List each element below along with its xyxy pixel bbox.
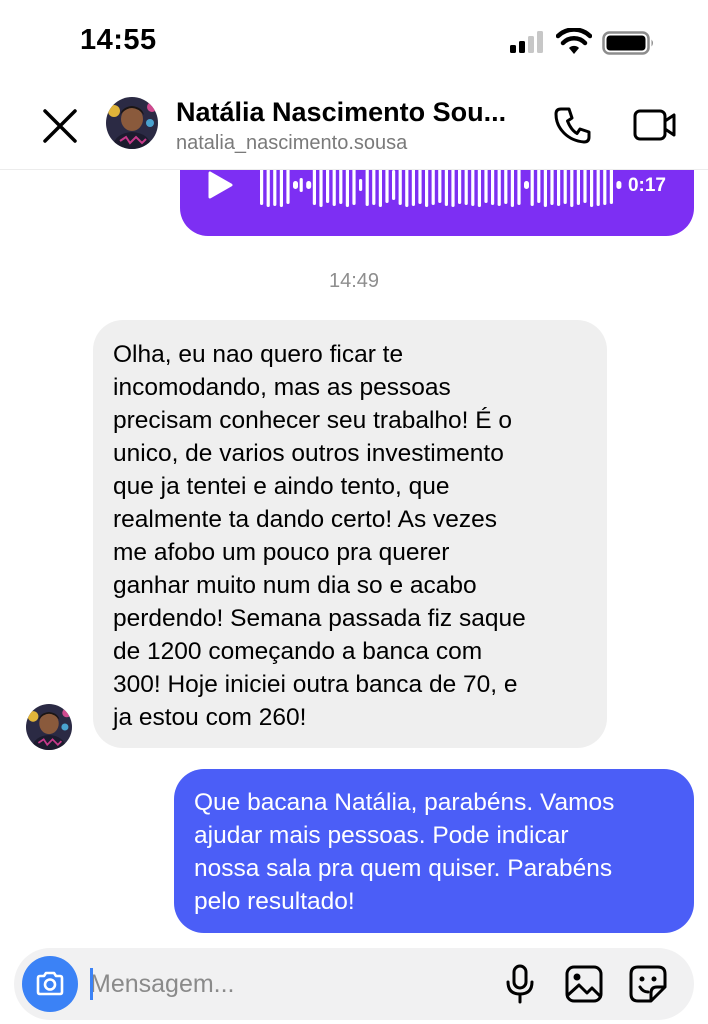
message-line: ajudar mais pessoas. Pode indicar bbox=[194, 822, 569, 849]
waveform-bar bbox=[418, 166, 422, 204]
chat-header: Natália Nascimento Sou... natalia_nascim… bbox=[0, 84, 708, 170]
phone-icon bbox=[554, 107, 591, 144]
waveform-bar bbox=[273, 164, 277, 206]
waveform-bar bbox=[583, 167, 587, 203]
gallery-button[interactable] bbox=[562, 962, 606, 1006]
message-line: perdendo! Semana passada fiz saque bbox=[113, 605, 526, 632]
message-input[interactable] bbox=[90, 962, 420, 1006]
waveform-bar bbox=[616, 181, 622, 189]
message-line: que ja tentei e aindo tento, que bbox=[113, 473, 450, 500]
waveform-bar bbox=[260, 165, 264, 205]
wifi-icon bbox=[556, 28, 592, 54]
video-call-button[interactable] bbox=[628, 102, 682, 148]
message-line: unico, de varios outros investimento bbox=[113, 440, 504, 467]
camera-icon bbox=[36, 971, 64, 996]
waveform-bar bbox=[458, 166, 462, 204]
message-line: realmente ta dando certo! As vezes bbox=[113, 506, 498, 533]
contact-avatar[interactable] bbox=[106, 97, 158, 149]
camera-button[interactable] bbox=[22, 956, 78, 1012]
audio-duration: 0:17 bbox=[627, 175, 666, 196]
waveform-bar bbox=[609, 166, 613, 204]
waveform-bar bbox=[359, 179, 363, 191]
waveform-bar bbox=[557, 164, 561, 206]
microphone-button[interactable] bbox=[500, 962, 540, 1006]
waveform-bar bbox=[365, 164, 369, 206]
message-line: ganhar muito num dia so e acabo bbox=[113, 572, 477, 599]
waveform-bar bbox=[293, 181, 298, 189]
waveform-bar bbox=[596, 164, 600, 206]
waveform-bar bbox=[537, 167, 541, 203]
contact-name[interactable]: Natália Nascimento Sou... bbox=[176, 97, 546, 128]
waveform-bar bbox=[332, 164, 336, 206]
avatar-photo bbox=[26, 704, 72, 750]
message-line: nossa sala pra quem quiser. Parabéns bbox=[194, 855, 613, 882]
message-line: 300! Hoje iniciei outra banca de 70, e bbox=[113, 671, 518, 698]
avatar-photo bbox=[106, 97, 158, 149]
message-line: Que bacana Natália, parabéns. Vamos bbox=[194, 789, 615, 816]
waveform-bar bbox=[563, 166, 567, 204]
message-line: pelo resultado! bbox=[194, 888, 355, 915]
close-icon bbox=[43, 109, 77, 143]
sender-avatar[interactable] bbox=[26, 704, 72, 750]
waveform-bar bbox=[392, 170, 396, 200]
message-line: Olha, eu nao quero ficar te bbox=[113, 341, 404, 368]
text-cursor bbox=[90, 968, 93, 1000]
voice-call-button[interactable] bbox=[548, 102, 598, 148]
waveform-bar bbox=[339, 166, 343, 204]
waveform-bar bbox=[603, 165, 607, 205]
sticker-icon bbox=[629, 965, 667, 1003]
contact-handle[interactable]: natalia_nascimento.sousa bbox=[176, 132, 407, 155]
message-line: precisam conhecer seu trabalho! É o bbox=[113, 407, 513, 434]
waveform-bar bbox=[550, 165, 554, 205]
image-gallery-icon bbox=[565, 965, 603, 1003]
message-line: ja estou com 260! bbox=[113, 704, 307, 731]
cellular-signal-icon bbox=[510, 31, 543, 53]
message-line: de 1200 começando a banca com bbox=[113, 638, 483, 665]
waveform-bar bbox=[471, 164, 475, 206]
waveform-bar bbox=[326, 167, 330, 203]
waveform-bar bbox=[312, 165, 316, 205]
waveform-bar bbox=[497, 164, 501, 206]
microphone-icon bbox=[506, 964, 534, 1004]
close-button[interactable] bbox=[38, 104, 82, 148]
waveform-bar bbox=[352, 165, 356, 205]
waveform-bar bbox=[286, 166, 290, 204]
waveform-bar bbox=[504, 166, 508, 204]
message-line: me afobo um pouco pra querer bbox=[113, 539, 450, 566]
waveform-bar bbox=[411, 164, 415, 206]
waveform-bar bbox=[517, 165, 521, 205]
waveform-bar bbox=[431, 165, 435, 205]
waveform-bar bbox=[306, 181, 312, 189]
sticker-button[interactable] bbox=[626, 962, 670, 1006]
waveform-bar bbox=[385, 167, 389, 203]
status-bar: 14:55 bbox=[0, 0, 708, 84]
message-timestamp: 14:49 bbox=[328, 270, 380, 292]
waveform-bar bbox=[464, 165, 468, 205]
waveform-bar bbox=[524, 181, 529, 189]
waveform-bar bbox=[484, 167, 488, 203]
video-camera-icon bbox=[633, 109, 676, 141]
waveform-bar bbox=[576, 165, 580, 205]
waveform-bar bbox=[444, 164, 448, 206]
waveform-bar bbox=[438, 167, 442, 203]
play-icon bbox=[208, 171, 233, 199]
status-time: 14:55 bbox=[80, 24, 157, 56]
message-composer bbox=[14, 948, 694, 1020]
waveform-bar bbox=[299, 178, 303, 192]
incoming-message-bubble[interactable]: Olha, eu nao quero ficar te incomodando,… bbox=[93, 320, 607, 748]
waveform-bar bbox=[398, 165, 402, 205]
waveform-bar bbox=[491, 165, 495, 205]
battery-icon bbox=[602, 31, 653, 55]
waveform-bar bbox=[530, 164, 534, 206]
outgoing-message-bubble[interactable]: Que bacana Natália, parabéns. Vamos ajud… bbox=[174, 769, 694, 933]
waveform-bar bbox=[372, 165, 376, 205]
message-line: incomodando, mas as pessoas bbox=[113, 374, 451, 401]
